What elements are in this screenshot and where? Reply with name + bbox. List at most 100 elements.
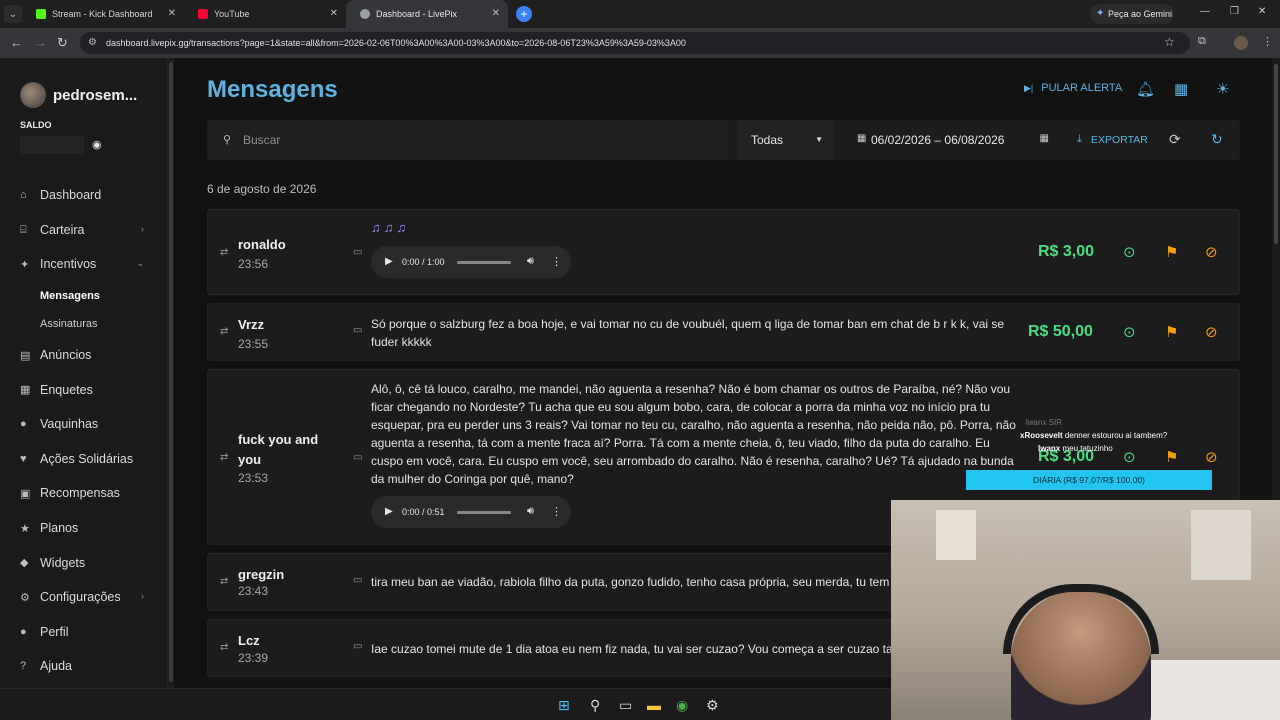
avatar: [20, 82, 46, 108]
extensions-icon[interactable]: ⧉: [1198, 35, 1206, 48]
search-field[interactable]: ⚲: [207, 120, 729, 160]
chat-user: xRoosevelt: [1020, 431, 1063, 440]
volume-icon[interactable]: 🔊︎: [527, 505, 534, 518]
url-bar[interactable]: ⚙ dashboard.livepix.gg/transactions?page…: [80, 32, 1190, 54]
task-view-icon[interactable]: ▭: [619, 697, 632, 714]
block-icon[interactable]: ⊘: [1205, 243, 1218, 261]
chat-text: denner estourou ai tambem?: [1064, 431, 1168, 440]
bookmark-star-icon[interactable]: ☆: [1164, 35, 1175, 49]
sidebar-item-anuncios[interactable]: ▤ Anúncios: [0, 338, 168, 373]
sidebar-item-recompensas[interactable]: ▣ Recompensas: [0, 476, 168, 511]
menu-icon[interactable]: ⋮: [1262, 35, 1273, 48]
chat-user: lwanx: [1026, 418, 1047, 427]
audio-progress[interactable]: [457, 261, 511, 264]
audio-progress[interactable]: [457, 511, 511, 514]
minimize-icon[interactable]: —: [1200, 6, 1210, 17]
sidebar-item-widgets[interactable]: ◆ Widgets: [0, 545, 168, 580]
sidebar-item-planos[interactable]: ★ Planos: [0, 511, 168, 546]
audio-more-icon[interactable]: ⋮: [551, 255, 562, 268]
scrollbar-thumb[interactable]: [169, 62, 173, 682]
close-tab-icon[interactable]: ✕: [330, 8, 338, 19]
flag-icon[interactable]: ⚑: [1165, 323, 1178, 341]
sync-icon[interactable]: ⟳: [1169, 131, 1181, 148]
sidebar-item-label: Enquetes: [40, 382, 93, 397]
flag-icon[interactable]: ⚑: [1165, 243, 1178, 261]
transfer-icon: ⇄: [220, 326, 229, 337]
sidebar-item-incentivos[interactable]: ✦ Incentivos ⌄: [0, 247, 168, 282]
profile-avatar[interactable]: [1234, 36, 1248, 50]
back-icon[interactable]: ←: [10, 35, 23, 50]
refresh-icon[interactable]: ↻: [1211, 131, 1223, 148]
export-button[interactable]: ⤓ EXPORTAR: [1067, 120, 1167, 160]
volume-icon[interactable]: 🔊︎: [527, 255, 534, 268]
profile[interactable]: pedrosem...: [20, 82, 137, 108]
sidebar-item-vaquinhas[interactable]: ● Vaquinhas: [0, 407, 168, 442]
message-icon: ▭: [353, 325, 363, 336]
close-tab-icon[interactable]: ✕: [492, 8, 500, 19]
tab-list-chevron-icon[interactable]: ⌄: [4, 5, 22, 23]
chrome-icon[interactable]: ◉: [676, 697, 688, 714]
replay-icon[interactable]: ⊙: [1123, 323, 1136, 341]
tab-livepix[interactable]: Dashboard - LivePix ✕: [346, 0, 508, 28]
message-card: ⇄ Vrzz 23:55 ▭ Só porque o salzburg fez …: [207, 303, 1240, 361]
block-icon[interactable]: ⊘: [1205, 448, 1218, 466]
sidebar-item-ajuda[interactable]: ? Ajuda: [0, 649, 168, 684]
maximize-icon[interactable]: ❐: [1230, 6, 1239, 17]
scrollbar-thumb[interactable]: [1274, 64, 1278, 244]
sidebar-item-dashboard[interactable]: ⌂ Dashboard: [0, 178, 168, 213]
sender-name: gregzin: [238, 567, 285, 582]
new-tab-button[interactable]: +: [516, 6, 532, 22]
message-text: Iae cuzao tomei mute de 1 dia atoa eu ne…: [371, 642, 903, 656]
heart-icon: ♥: [20, 452, 27, 465]
eye-icon[interactable]: ◉: [92, 138, 102, 151]
sun-icon[interactable]: ☀: [1216, 80, 1229, 98]
filter-bar: ⚲ Todas ▼ ▦ 06/02/2026 – 06/08/2026 ▦ ⤓ …: [207, 120, 1240, 160]
gemini-button[interactable]: ✦ Peça ao Gemini: [1090, 4, 1174, 24]
sender-name: Lcz: [238, 633, 260, 648]
calendar-icon: ▦: [1039, 133, 1049, 144]
bell-icon[interactable]: 🔔︎: [1136, 80, 1155, 98]
audio-more-icon[interactable]: ⋮: [551, 505, 562, 518]
search-icon[interactable]: ⚲: [590, 697, 600, 714]
search-input[interactable]: [243, 133, 703, 147]
sidebar-item-perfil[interactable]: ● Perfil: [0, 615, 168, 650]
browser-tabbar: ⌄ Stream - Kick Dashboard ✕ YouTube ✕ Da…: [0, 0, 1280, 28]
tab-kick[interactable]: Stream - Kick Dashboard ✕: [22, 0, 184, 28]
app-icon[interactable]: ⚙: [706, 697, 719, 714]
wall-poster: [1191, 510, 1251, 580]
sidebar-item-label: Configurações: [40, 590, 121, 605]
sidebar-item-mensagens[interactable]: Mensagens: [0, 282, 168, 310]
close-window-icon[interactable]: ✕: [1258, 6, 1266, 17]
site-info-icon[interactable]: ⚙: [88, 37, 97, 48]
close-tab-icon[interactable]: ✕: [168, 8, 176, 19]
help-icon: ?: [20, 660, 27, 673]
layout-icon[interactable]: ▦: [1174, 80, 1188, 98]
audio-time: 0:00 / 0:51: [402, 507, 445, 517]
sidebar-item-enquetes[interactable]: ▦ Enquetes: [0, 372, 168, 407]
forward-icon[interactable]: →: [34, 35, 47, 50]
sidebar-item-label: Perfil: [40, 624, 69, 639]
sidebar-item-configuracoes[interactable]: ⚙ Configurações ›: [0, 580, 168, 615]
date-range-picker[interactable]: ▦ 06/02/2026 – 06/08/2026 ▦: [847, 120, 1057, 160]
replay-icon[interactable]: ⊙: [1123, 243, 1136, 261]
audio-player[interactable]: ▶ 0:00 / 1:00 🔊︎ ⋮: [371, 246, 571, 278]
play-audio-icon[interactable]: ▶: [385, 256, 393, 267]
tab-title: YouTube: [214, 9, 250, 19]
reload-icon[interactable]: ↻: [57, 35, 68, 51]
message-icon: ▭: [353, 247, 363, 258]
windows-start-icon[interactable]: ⊞: [558, 697, 570, 714]
play-audio-icon[interactable]: ▶: [385, 506, 393, 517]
sender-name: fuck you and you: [238, 432, 319, 467]
block-icon[interactable]: ⊘: [1205, 323, 1218, 341]
state-select[interactable]: Todas ▼: [737, 120, 833, 160]
file-explorer-icon[interactable]: ▬: [647, 697, 661, 713]
sidebar-item-carteira[interactable]: ⌸ Carteira ›: [0, 213, 168, 248]
sidebar-item-label: Planos: [40, 521, 79, 536]
skip-alert-button[interactable]: ▶| PULAR ALERTA: [1024, 82, 1122, 94]
tab-youtube[interactable]: YouTube ✕: [184, 0, 346, 28]
sidebar-item-acoes-solidarias[interactable]: ♥ Ações Solidárias: [0, 442, 168, 477]
sender-name: ronaldo: [238, 237, 286, 252]
sidebar-item-assinaturas[interactable]: Assinaturas: [0, 310, 168, 338]
star-icon: ★: [20, 522, 30, 535]
audio-player[interactable]: ▶ 0:00 / 0:51 🔊︎ ⋮: [371, 496, 571, 528]
